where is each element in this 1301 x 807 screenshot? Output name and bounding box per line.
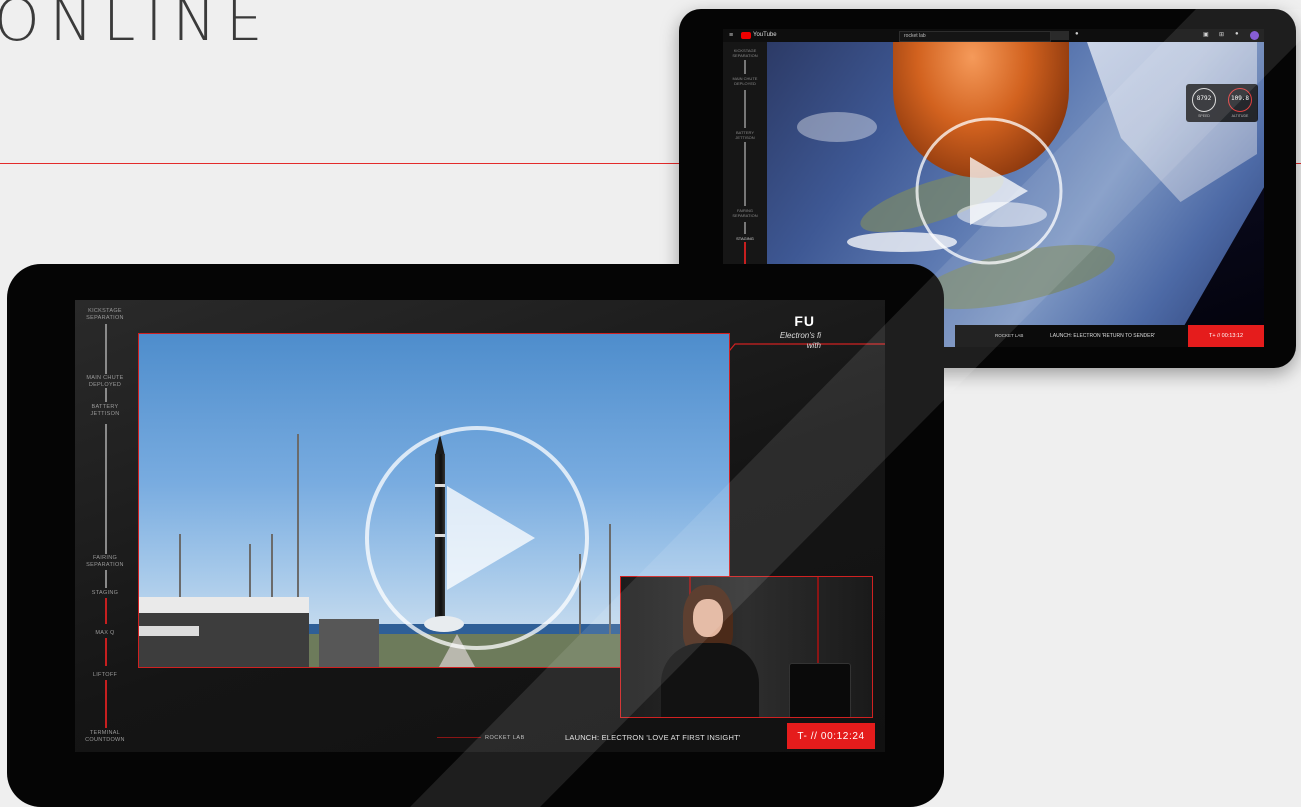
page-heading: ONLINE: [0, 0, 273, 54]
apps-icon[interactable]: ⊞: [1219, 31, 1224, 38]
play-icon[interactable]: [363, 424, 591, 652]
telemetry-panel: 8792 109.8 SPEED ALTITUDE: [1186, 84, 1258, 122]
broadcast-title: FU: [794, 313, 815, 329]
create-icon[interactable]: ▣: [1203, 31, 1209, 38]
youtube-logo-icon[interactable]: [741, 32, 751, 39]
launch-name: LAUNCH: ELECTRON 'RETURN TO SENDER': [1050, 333, 1156, 339]
altitude-value: 109.8: [1230, 95, 1250, 102]
back-bottom-bar: ROCKET LAB LAUNCH: ELECTRON 'RETURN TO S…: [955, 325, 1264, 347]
menu-icon[interactable]: ≡: [729, 32, 733, 39]
speed-label: SPEED: [1198, 114, 1210, 118]
back-milestone-label: STAGING: [736, 236, 754, 241]
back-milestone-label: FAIRING SEPARATION: [732, 208, 758, 218]
countdown-timer: T- // 00:12:24: [787, 723, 875, 749]
launch-name: LAUNCH: ELECTRON 'LOVE AT FIRST INSIGHT': [565, 733, 741, 742]
youtube-header: ≡ YouTube rocket lab ● ▣ ⊞ ●: [723, 29, 1264, 42]
altitude-gauge: 109.8: [1228, 88, 1252, 112]
rocket-lab-logo: ROCKET LAB: [995, 333, 1024, 338]
bell-icon[interactable]: ●: [1235, 31, 1239, 37]
broadcast-subtitle: Electron's fi with: [779, 331, 821, 350]
countdown-timer: T+ // 00:13:12: [1188, 325, 1264, 347]
play-icon[interactable]: [914, 116, 1064, 266]
search-input[interactable]: rocket lab: [899, 31, 1051, 42]
youtube-brand: YouTube: [753, 32, 777, 38]
search-query: rocket lab: [904, 33, 926, 39]
speed-gauge: 8792: [1192, 88, 1216, 112]
rocket-lab-logo: ROCKET LAB: [437, 735, 525, 741]
altitude-label: ALTITUDE: [1231, 114, 1249, 118]
speed-value: 8792: [1196, 95, 1212, 102]
search-icon[interactable]: [1051, 31, 1069, 40]
back-milestone-label: KICKSTAGE SEPARATION: [732, 48, 758, 58]
front-play-button[interactable]: [363, 424, 591, 652]
back-milestone-label: MAIN CHUTE DEPLOYED: [732, 76, 758, 86]
back-play-button[interactable]: [914, 116, 1064, 266]
avatar[interactable]: [1250, 31, 1259, 40]
presenter-video: [620, 576, 873, 718]
mic-icon[interactable]: ●: [1075, 31, 1079, 37]
laptop-image: [789, 663, 851, 717]
back-milestone-label: BATTERY JETTISON: [735, 130, 755, 140]
